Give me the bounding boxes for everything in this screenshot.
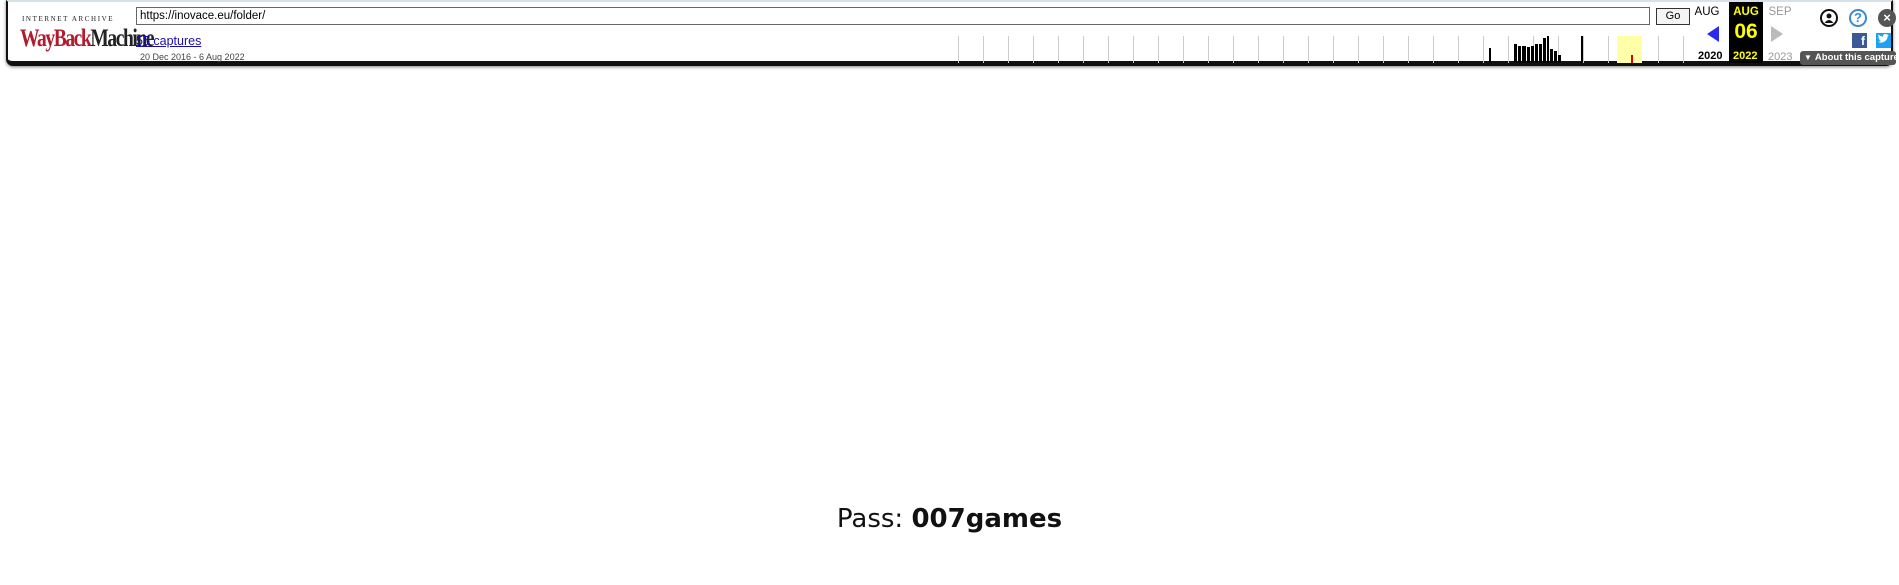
go-button[interactable]: Go <box>1656 8 1690 25</box>
current-year: 2022 <box>1733 50 1758 62</box>
current-day: 06 <box>1734 20 1758 43</box>
about-this-capture-button[interactable]: ▼ About this capture <box>1800 51 1899 65</box>
logo-internet-archive: INTERNET ARCHIVE <box>22 15 115 23</box>
user-icon[interactable] <box>1820 9 1838 27</box>
captures-link[interactable]: 55 captures <box>136 34 201 48</box>
logo-wayback-machine: WayBackMachine <box>20 25 155 52</box>
twitter-icon[interactable] <box>1876 33 1891 48</box>
prev-arrow-icon[interactable] <box>1707 26 1719 42</box>
next-arrow-icon <box>1771 26 1783 42</box>
url-input[interactable] <box>136 7 1650 25</box>
pass-label: Pass: <box>836 504 904 534</box>
caret-down-icon: ▼ <box>1804 53 1812 62</box>
pass-text: Pass: 007games <box>0 504 1899 534</box>
pass-value: 007games <box>911 504 1063 534</box>
prev-month[interactable]: AUG <box>1690 6 1724 18</box>
help-icon[interactable]: ? <box>1849 9 1867 27</box>
capture-sparkline[interactable] <box>958 36 1686 63</box>
facebook-icon[interactable]: f <box>1852 33 1867 48</box>
close-icon[interactable]: × <box>1878 9 1896 27</box>
wayback-logo[interactable]: INTERNET ARCHIVE WayBackMachine <box>20 12 155 54</box>
wayback-toolbar: INTERNET ARCHIVE WayBackMachine Go 55 ca… <box>6 0 1899 66</box>
prev-year[interactable]: 2020 <box>1698 50 1722 62</box>
next-year: 2023 <box>1768 51 1793 63</box>
capture-range: 20 Dec 2016 - 6 Aug 2022 <box>140 52 245 62</box>
next-month: SEP <box>1768 6 1792 18</box>
